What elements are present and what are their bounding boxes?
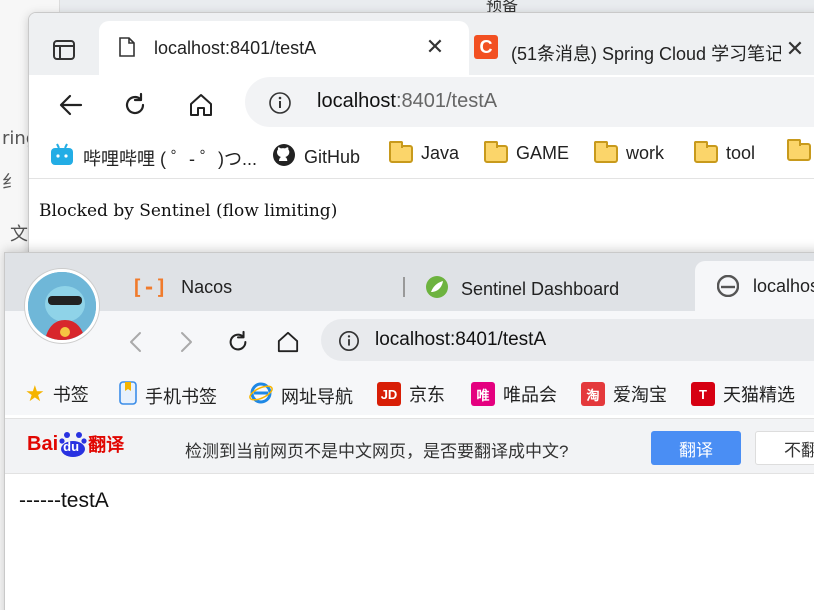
edge-icon bbox=[716, 274, 740, 302]
translate-message: 检测到当前网页不是中文网页，是否要翻译成中文? bbox=[185, 442, 569, 461]
refresh-icon[interactable] bbox=[223, 327, 253, 357]
baidu-paw-icon: du bbox=[59, 431, 87, 457]
favorite-phone-bookmarks[interactable]: 手机书签 bbox=[119, 381, 217, 410]
taobao-icon: 淘 bbox=[581, 382, 605, 406]
favorite-label: 唯品会 bbox=[503, 385, 557, 405]
tab-localhost[interactable]: localhost bbox=[695, 261, 814, 311]
favorite-label: 手机书签 bbox=[145, 386, 217, 407]
folder-icon bbox=[484, 140, 508, 163]
logo-text: Bai bbox=[27, 432, 59, 455]
github-icon bbox=[272, 143, 296, 172]
home-icon[interactable] bbox=[183, 87, 219, 123]
tab-strip bbox=[5, 253, 814, 311]
favorite-github[interactable]: GitHub bbox=[272, 143, 360, 172]
favorite-label: 书签 bbox=[52, 385, 89, 405]
favorite-folder-tool[interactable]: tool bbox=[694, 140, 756, 164]
close-tab-icon[interactable]: ✕ bbox=[423, 34, 447, 59]
site-info-icon[interactable] bbox=[337, 329, 361, 353]
forward-icon[interactable] bbox=[173, 327, 199, 357]
address-path: :8401/testA bbox=[395, 90, 498, 112]
tab-actions-icon[interactable] bbox=[49, 35, 79, 65]
favorite-bookmarks[interactable]: ★ 书签 bbox=[25, 381, 89, 407]
spring-leaf-icon bbox=[425, 275, 449, 304]
bilibili-icon bbox=[49, 143, 75, 172]
page-body-text: ------testA bbox=[19, 489, 109, 512]
favorite-folder-java[interactable]: Java bbox=[389, 140, 460, 164]
logo-text: du bbox=[63, 439, 80, 454]
logo-text: 翻译 bbox=[88, 435, 125, 455]
folder-icon bbox=[389, 140, 413, 163]
favorite-label: Java bbox=[421, 143, 460, 163]
ie-icon bbox=[249, 381, 273, 410]
favorite-folder-game[interactable]: GAME bbox=[484, 140, 570, 164]
favorite-label: 网址导航 bbox=[281, 386, 353, 407]
tab-title[interactable]: (51条消息) Spring Cloud 学习笔记 bbox=[511, 40, 781, 66]
favorite-label: work bbox=[626, 143, 665, 163]
favorite-label: 天猫精选 bbox=[723, 385, 795, 405]
favorite-folder-more[interactable] bbox=[787, 139, 811, 161]
favorite-label: 京东 bbox=[409, 385, 445, 405]
jd-icon: JD bbox=[377, 382, 401, 406]
favorite-bilibili[interactable]: 哔哩哔哩 ( ゜- ゜)つ... bbox=[49, 143, 257, 172]
avatar[interactable] bbox=[25, 269, 99, 343]
back-icon[interactable] bbox=[123, 327, 149, 357]
home-icon[interactable] bbox=[273, 327, 303, 357]
tab-title: Nacos bbox=[181, 276, 233, 297]
tab-title: localhost:8401/testA bbox=[154, 38, 317, 58]
phone-bookmark-icon bbox=[119, 381, 137, 410]
refresh-icon[interactable] bbox=[117, 87, 153, 123]
tmall-icon: T bbox=[691, 382, 715, 406]
address-bar[interactable]: localhost:8401/testA bbox=[321, 319, 814, 361]
favorite-web-nav[interactable]: 网址导航 bbox=[249, 381, 353, 410]
folder-icon bbox=[694, 140, 718, 163]
site-info-icon[interactable] bbox=[267, 90, 293, 116]
vip-icon: 唯 bbox=[471, 382, 495, 406]
folder-icon bbox=[594, 140, 618, 163]
nacos-icon: [-] bbox=[131, 275, 168, 299]
address-bar[interactable]: localhost:8401/testA bbox=[245, 77, 814, 127]
favorite-label: 爱淘宝 bbox=[613, 385, 667, 405]
address-text[interactable]: localhost:8401/testA bbox=[375, 329, 546, 351]
translate-bar: Bai du 翻译 检测到当前网页不是中文网页，是否要翻译成中文? 翻译 不翻 bbox=[5, 418, 814, 474]
favorite-label: GAME bbox=[516, 143, 570, 163]
tab-title: localhost bbox=[753, 276, 814, 296]
page-icon bbox=[119, 37, 135, 62]
folder-icon bbox=[787, 139, 811, 161]
translate-button[interactable]: 翻译 bbox=[651, 431, 741, 465]
decline-translate-button[interactable]: 不翻 bbox=[755, 431, 814, 465]
favorite-vip[interactable]: 唯 唯品会 bbox=[471, 381, 557, 407]
csdn-icon: C bbox=[474, 35, 498, 59]
tab-localhost-testa[interactable]: localhost:8401/testA ✕ bbox=[99, 21, 469, 75]
favorite-folder-work[interactable]: work bbox=[594, 140, 665, 164]
edge-browser-window: localhost:8401/testA ✕ C (51条消息) Spring … bbox=[28, 12, 814, 262]
favorite-jd[interactable]: JD 京东 bbox=[377, 381, 445, 407]
favorite-tmall[interactable]: T 天猫精选 bbox=[691, 381, 795, 407]
favorite-label: tool bbox=[726, 143, 756, 163]
favorites-bar: ★ 书签 手机书签 网址导航 JD 京东 唯 唯品会 淘 爱淘宝 T 天猫精选 bbox=[5, 369, 814, 415]
browser-360-window: [-] Nacos Sentinel Dashboard localhost bbox=[4, 252, 814, 610]
tab-divider bbox=[403, 277, 405, 297]
favorites-bar: 哔哩哔哩 ( ゜- ゜)つ... GitHub Java GAME work t… bbox=[29, 131, 814, 179]
address-host: localhost bbox=[317, 90, 396, 112]
background-text: 文 bbox=[10, 224, 28, 245]
tab-nacos[interactable]: [-] Nacos bbox=[131, 275, 232, 299]
tab-title: Sentinel Dashboard bbox=[461, 279, 620, 299]
star-icon: ★ bbox=[25, 381, 45, 406]
favorite-taobao[interactable]: 淘 爱淘宝 bbox=[581, 381, 667, 407]
favorite-label: GitHub bbox=[304, 147, 361, 167]
page-body-text: Blocked by Sentinel (flow limiting) bbox=[39, 201, 338, 221]
back-icon[interactable] bbox=[53, 87, 89, 123]
close-tab-icon[interactable]: ✕ bbox=[783, 36, 807, 61]
tab-sentinel-dashboard[interactable]: Sentinel Dashboard bbox=[425, 275, 619, 304]
address-text[interactable]: localhost:8401/testA bbox=[317, 90, 497, 113]
baidu-translate-logo: Bai du 翻译 bbox=[27, 431, 124, 457]
favorite-label: 哔哩哔哩 ( ゜- ゜)つ... bbox=[83, 148, 257, 169]
background-text: 纟 bbox=[2, 172, 20, 193]
